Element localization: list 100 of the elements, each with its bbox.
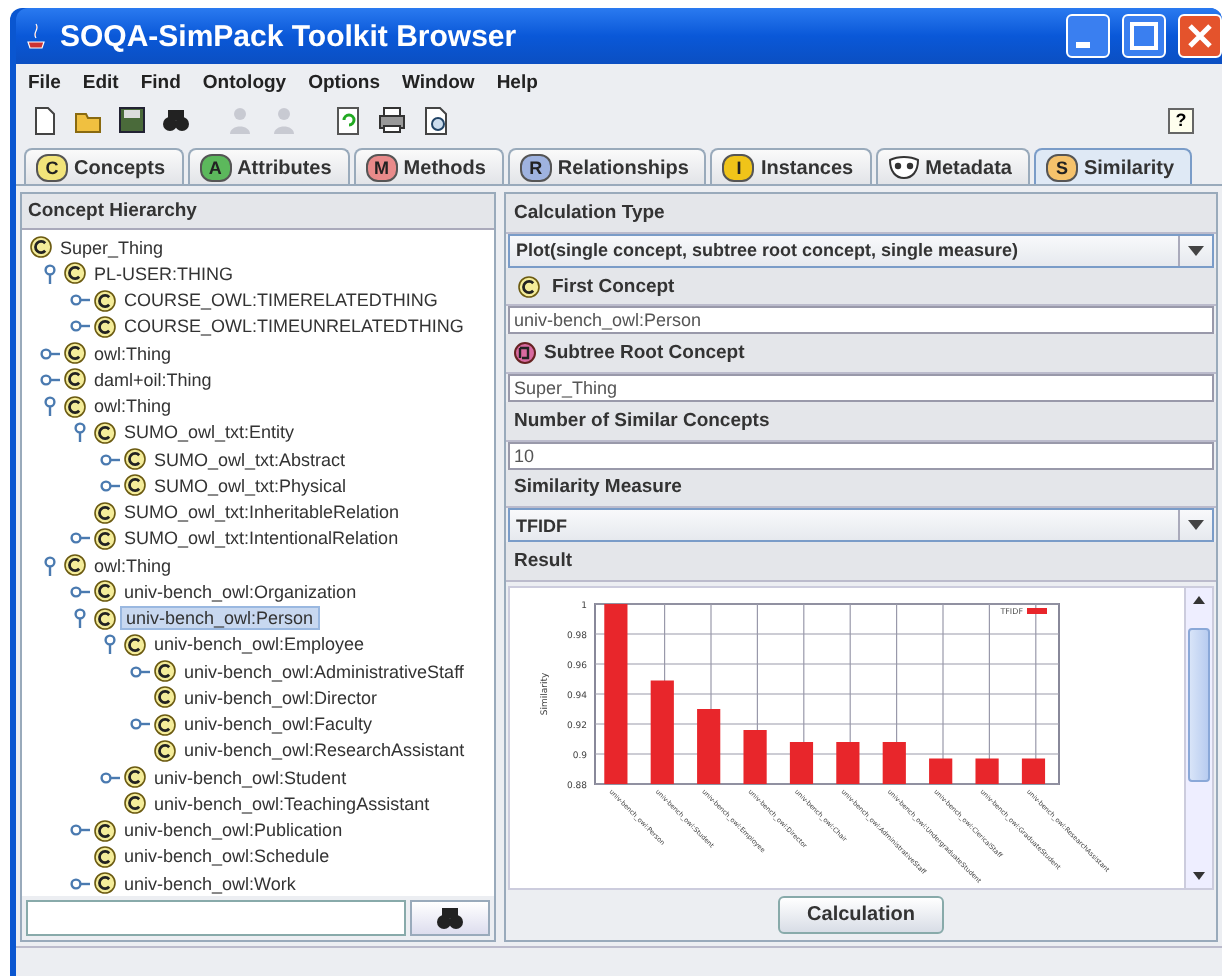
concept-icon	[154, 739, 176, 762]
tree-item[interactable]: SUMO_owl_txt:Physical	[150, 475, 351, 496]
calculation-button[interactable]: Calculation	[777, 896, 945, 935]
concept-icon	[124, 792, 146, 815]
find-icon[interactable]	[434, 902, 466, 934]
find-icon[interactable]	[160, 104, 192, 136]
collapsed-handle-icon[interactable]	[70, 290, 90, 311]
tree-item[interactable]: owl:Thing	[90, 555, 176, 576]
search-field[interactable]	[26, 900, 406, 936]
tab[interactable]: C Concepts	[24, 148, 184, 184]
tree-item[interactable]: univ-bench_owl:Schedule	[120, 846, 334, 867]
tab-icon: R	[519, 154, 552, 182]
tab[interactable]: S Similarity	[1033, 148, 1193, 184]
tree-item[interactable]: univ-bench_owl:Publication	[120, 820, 347, 841]
measure-dropdown[interactable]: TFIDF	[508, 508, 1214, 543]
collapsed-handle-icon[interactable]	[40, 369, 60, 390]
tree-item[interactable]: univ-bench_owl:ResearchAssistant	[180, 740, 469, 761]
tab[interactable]: Metadata	[875, 148, 1030, 184]
collapsed-handle-icon[interactable]	[40, 343, 60, 364]
close-button[interactable]	[1178, 14, 1222, 58]
tree-item[interactable]: univ-bench_owl:Work	[120, 873, 300, 894]
scrollbar[interactable]	[1184, 588, 1212, 889]
menu-item[interactable]: File	[28, 72, 61, 94]
collapsed-handle-icon[interactable]	[70, 528, 90, 549]
tab[interactable]: I Instances	[710, 148, 872, 184]
collapsed-handle-icon[interactable]	[70, 820, 90, 841]
tab[interactable]: R Relationships	[507, 148, 707, 184]
count-field[interactable]: 10	[508, 441, 1214, 470]
expanded-handle-icon[interactable]	[70, 608, 90, 629]
tree-item[interactable]: owl:Thing	[90, 396, 176, 417]
collapsed-handle-icon[interactable]	[130, 714, 150, 735]
tree-item[interactable]: Super_Thing	[56, 237, 168, 258]
tree-item[interactable]: PL-USER:THING	[90, 263, 238, 284]
collapsed-handle-icon[interactable]	[70, 873, 90, 894]
section-header: Similarity Measure	[506, 469, 1216, 509]
help-button[interactable]: ?	[1168, 107, 1194, 133]
print-icon[interactable]	[376, 104, 408, 136]
save-icon[interactable]	[116, 104, 148, 136]
minimize-button[interactable]	[1066, 14, 1110, 58]
find-button[interactable]	[410, 900, 490, 936]
tree-item[interactable]: SUMO_owl_txt:Entity	[120, 422, 299, 443]
tree-item[interactable]: daml+oil:Thing	[90, 369, 216, 390]
menu-item[interactable]: Options	[308, 72, 380, 94]
collapsed-handle-icon[interactable]	[70, 581, 90, 602]
bar	[743, 730, 767, 785]
collapsed-handle-icon[interactable]	[100, 449, 120, 470]
expanded-handle-icon[interactable]	[40, 263, 60, 284]
tab-icon: C	[36, 154, 68, 182]
tree-item[interactable]: COURSE_OWL:TIMERELATEDTHING	[120, 290, 442, 311]
menu-item[interactable]: Window	[401, 72, 475, 94]
maximize-button[interactable]	[1122, 14, 1166, 58]
dropdown-arrow-icon[interactable]	[1188, 520, 1204, 531]
concept-icon	[124, 474, 146, 497]
collapsed-handle-icon[interactable]	[100, 475, 120, 496]
tree-item[interactable]: univ-bench_owl:AdministrativeStaff	[180, 661, 468, 682]
collapsed-handle-icon[interactable]	[70, 316, 90, 337]
collapsed-handle-icon[interactable]	[130, 661, 150, 682]
expanded-handle-icon[interactable]	[100, 634, 120, 655]
concept-icon	[94, 580, 116, 603]
menu-item[interactable]: Ontology	[202, 72, 287, 94]
tree-item[interactable]: univ-bench_owl:Employee	[150, 634, 369, 655]
collapsed-handle-icon[interactable]	[100, 767, 120, 788]
tree-item[interactable]: SUMO_owl_txt:InheritableRelation	[120, 502, 404, 523]
section-header: Result	[506, 542, 1216, 583]
tree-item[interactable]: univ-bench_owl:Faculty	[180, 714, 377, 735]
tab-icon: I	[722, 154, 755, 182]
concept-icon	[64, 368, 86, 391]
tree-item[interactable]: COURSE_OWL:TIMEUNRELATEDTHING	[120, 316, 468, 337]
menu-item[interactable]: Help	[496, 72, 538, 94]
tree-item[interactable]: SUMO_owl_txt:Abstract	[150, 449, 350, 470]
concept-icon	[64, 342, 86, 365]
tab[interactable]: A Attributes	[187, 148, 350, 184]
tree-item[interactable]: univ-bench_owl:Organization	[120, 581, 361, 602]
dropdown-arrow-icon[interactable]	[1188, 245, 1204, 256]
bar	[975, 758, 999, 785]
tree-item[interactable]: univ-bench_owl:Person	[120, 606, 320, 631]
refresh-icon[interactable]	[332, 104, 364, 136]
subtree-icon	[514, 342, 536, 365]
expanded-handle-icon[interactable]	[40, 555, 60, 576]
bar	[789, 742, 814, 785]
subtree-root-field[interactable]: Super_Thing	[508, 374, 1214, 403]
panel-title: Concept Hierarchy	[22, 194, 494, 230]
expanded-handle-icon[interactable]	[40, 396, 60, 417]
menu-item[interactable]: Find	[140, 72, 181, 94]
expanded-handle-icon[interactable]	[70, 422, 90, 443]
menu-item[interactable]: Edit	[82, 72, 119, 94]
tree-item[interactable]: univ-bench_owl:Director	[180, 687, 382, 708]
concept-icon	[30, 236, 52, 259]
tab[interactable]: M Methods	[353, 148, 504, 184]
preview-icon[interactable]	[420, 104, 452, 136]
tree-item[interactable]: univ-bench_owl:TeachingAssistant	[150, 793, 434, 814]
first-concept-field[interactable]: univ-bench_owl:Person	[508, 306, 1214, 335]
app-icon	[24, 22, 48, 50]
calculation-type-dropdown[interactable]: Plot(single concept, subtree root concept, single measure)	[508, 233, 1214, 268]
concept-icon	[154, 686, 176, 709]
tree-item[interactable]: owl:Thing	[90, 343, 176, 364]
tree-item[interactable]: univ-bench_owl:Student	[150, 767, 351, 788]
tree-item[interactable]: SUMO_owl_txt:IntentionalRelation	[120, 528, 403, 549]
concept-icon	[94, 845, 116, 868]
bar	[697, 709, 721, 785]
